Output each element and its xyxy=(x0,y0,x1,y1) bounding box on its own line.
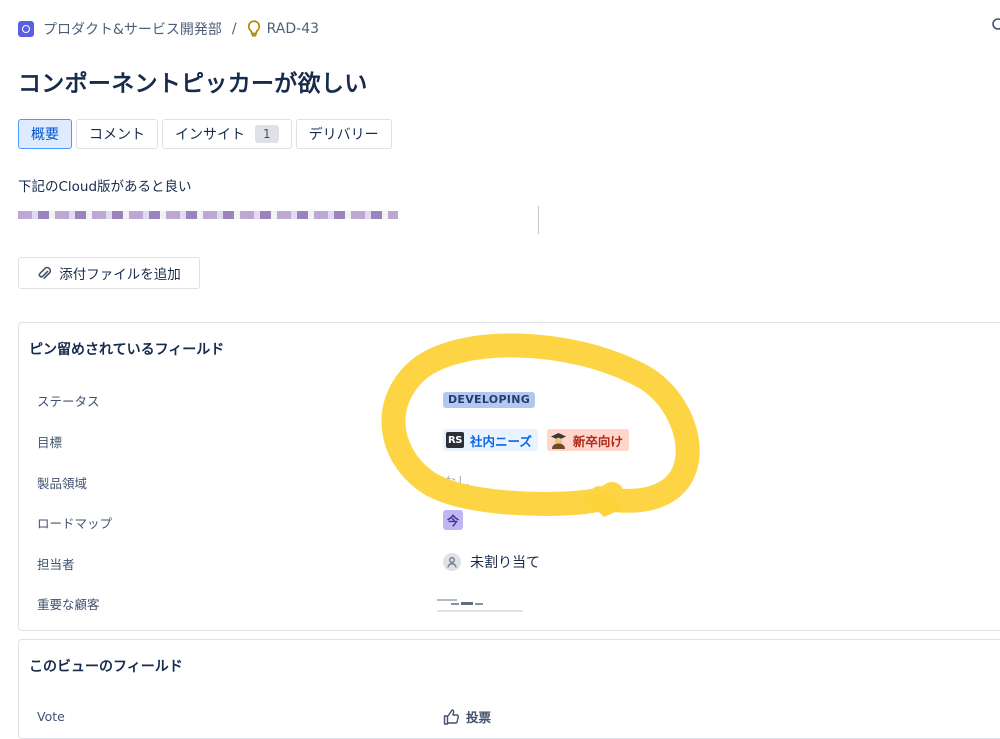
vote-label-text: 投票 xyxy=(466,710,492,725)
vote-button[interactable]: 投票 xyxy=(443,707,491,726)
page-title: コンポーネントピッカーが欲しい xyxy=(18,71,368,97)
view-fields-title: このビューのフィールド xyxy=(29,659,183,675)
assignee-value[interactable]: 未割り当て xyxy=(443,552,540,572)
assignee-text: 未割り当て xyxy=(470,555,540,571)
vote-label: Vote xyxy=(37,709,65,724)
tab-bar: 概要 コメント インサイト 1 デリバリー xyxy=(18,119,392,149)
view-fields-panel: このビューのフィールド xyxy=(18,639,1000,739)
project-icon xyxy=(18,21,34,37)
redacted-customer-value[interactable] xyxy=(437,599,523,613)
roadmap-value[interactable]: 今 xyxy=(443,510,463,530)
goal-tag-label: 新卒向け xyxy=(572,433,623,449)
thumbs-up-icon xyxy=(443,708,459,725)
breadcrumb: プロダクト&サービス開発部 / RAD-43 xyxy=(18,18,319,40)
tab-overview[interactable]: 概要 xyxy=(18,119,72,149)
description-text: 下記のCloud版があると良い xyxy=(18,179,192,195)
key-customers-label: 重要な顧客 xyxy=(37,597,100,612)
tab-comments[interactable]: コメント xyxy=(76,119,158,149)
attach-file-label: 添付ファイルを追加 xyxy=(59,267,181,283)
pinned-fields-panel: ピン留めされているフィールド xyxy=(18,322,1000,631)
assignee-label: 担当者 xyxy=(37,557,75,572)
breadcrumb-issue-key[interactable]: RAD-43 xyxy=(267,21,319,37)
goal-value[interactable]: RS 社内ニーズ 新卒向け xyxy=(443,429,629,451)
breadcrumb-project[interactable]: プロダクト&サービス開発部 xyxy=(43,19,222,39)
lightbulb-icon xyxy=(247,20,261,38)
tab-comments-label: コメント xyxy=(89,127,145,143)
product-area-value[interactable]: なし xyxy=(443,471,470,491)
tab-insights-label: インサイト xyxy=(175,127,245,143)
rs-badge: RS xyxy=(446,432,464,448)
status-value[interactable]: DEVELOPING xyxy=(443,392,536,408)
paperclip-icon xyxy=(38,266,52,279)
breadcrumb-separator: / xyxy=(231,21,237,37)
status-label: ステータス xyxy=(37,394,100,409)
goal-label: 目標 xyxy=(37,435,63,450)
tab-overview-label: 概要 xyxy=(31,127,59,143)
product-area-none: なし xyxy=(443,475,470,491)
link-icon[interactable] xyxy=(990,18,1000,32)
redacted-link xyxy=(18,211,398,219)
tab-delivery-label: デリバリー xyxy=(308,127,379,143)
goal-tag-new-grad[interactable]: 新卒向け xyxy=(546,429,629,451)
attach-file-button[interactable]: 添付ファイルを追加 xyxy=(18,257,200,289)
status-lozenge: DEVELOPING xyxy=(443,392,536,408)
text-cursor xyxy=(538,206,539,234)
roadmap-label: ロードマップ xyxy=(37,516,113,531)
tab-delivery[interactable]: デリバリー xyxy=(295,119,392,149)
goal-tag-internal-needs[interactable]: RS 社内ニーズ xyxy=(443,429,538,451)
insight-count-badge: 1 xyxy=(255,125,279,143)
pinned-fields-title: ピン留めされているフィールド xyxy=(29,342,225,358)
user-icon xyxy=(443,553,461,571)
tab-insights[interactable]: インサイト 1 xyxy=(162,119,292,149)
goal-tag-label: 社内ニーズ xyxy=(470,433,532,449)
roadmap-now-chip: 今 xyxy=(443,510,463,530)
graduate-icon xyxy=(550,432,567,449)
product-area-label: 製品領域 xyxy=(37,476,88,491)
